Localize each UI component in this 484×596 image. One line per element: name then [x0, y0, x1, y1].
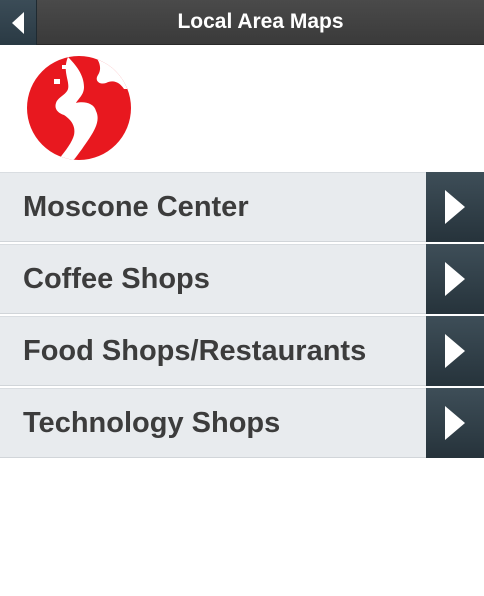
chevron-right-icon — [445, 334, 465, 368]
header-bar: Local Area Maps — [0, 0, 484, 45]
chevron-right-icon — [445, 406, 465, 440]
menu-item-arrow-button[interactable] — [426, 316, 484, 386]
menu-list: Moscone Center Coffee Shops Food Shops/R… — [0, 172, 484, 460]
menu-item-technology-shops[interactable]: Technology Shops — [0, 388, 484, 458]
menu-item-arrow-button[interactable] — [426, 244, 484, 314]
back-button[interactable] — [0, 0, 37, 45]
menu-item-label: Moscone Center — [23, 191, 249, 223]
globe-americas-icon — [27, 56, 131, 160]
menu-item-food-shops-restaurants[interactable]: Food Shops/Restaurants — [0, 316, 484, 386]
menu-item-moscone-center[interactable]: Moscone Center — [0, 172, 484, 242]
chevron-right-icon — [445, 190, 465, 224]
chevron-right-icon — [445, 262, 465, 296]
menu-item-arrow-button[interactable] — [426, 388, 484, 458]
menu-item-label: Coffee Shops — [23, 263, 210, 295]
menu-item-arrow-button[interactable] — [426, 172, 484, 242]
menu-item-label: Food Shops/Restaurants — [23, 335, 367, 367]
menu-item-coffee-shops[interactable]: Coffee Shops — [0, 244, 484, 314]
menu-item-label: Technology Shops — [23, 407, 281, 439]
globe-logo — [24, 53, 134, 163]
back-arrow-icon — [12, 11, 24, 34]
page-title: Local Area Maps — [177, 10, 344, 33]
